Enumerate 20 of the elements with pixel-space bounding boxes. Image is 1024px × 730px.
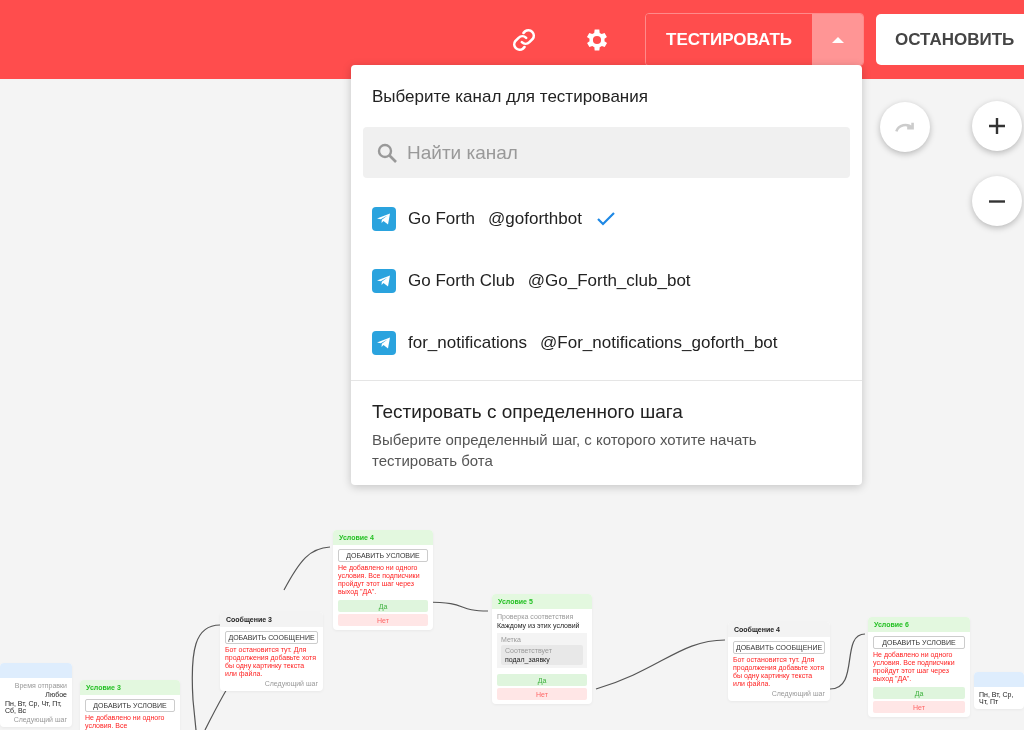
test-menu-toggle[interactable] xyxy=(812,14,863,65)
link-icon[interactable] xyxy=(511,26,537,53)
channel-item[interactable]: Go Forth Club @Go_Forth_club_bot xyxy=(351,250,862,312)
connector-line xyxy=(829,633,866,690)
from-step-description: Выберите определенный шаг, с которого хотите начать тестировать бота xyxy=(372,430,758,471)
stop-button[interactable]: ОСТАНОВИТЬ xyxy=(876,14,1024,65)
channel-item[interactable]: for_notifications @For_notifications_goforth_bot xyxy=(351,312,862,374)
telegram-icon xyxy=(372,331,396,355)
menu-title: Выберите канал для тестирования xyxy=(371,86,649,107)
channel-item[interactable]: Go Forth @goforthbot xyxy=(351,188,862,250)
telegram-icon xyxy=(372,207,396,231)
from-step-title: Тестировать с определенного шага xyxy=(372,401,684,423)
test-from-step-item[interactable]: Тестировать с определенного шага Выберите определенный шаг, с которого хотите начать тестировать бота xyxy=(351,380,862,471)
telegram-icon xyxy=(372,269,396,293)
checkmark-icon xyxy=(595,211,616,227)
plus-icon xyxy=(987,116,1007,136)
zoom-in-button[interactable] xyxy=(972,101,1022,151)
connector-line xyxy=(283,546,331,591)
minus-icon xyxy=(989,199,1005,203)
caret-icon xyxy=(831,36,844,43)
